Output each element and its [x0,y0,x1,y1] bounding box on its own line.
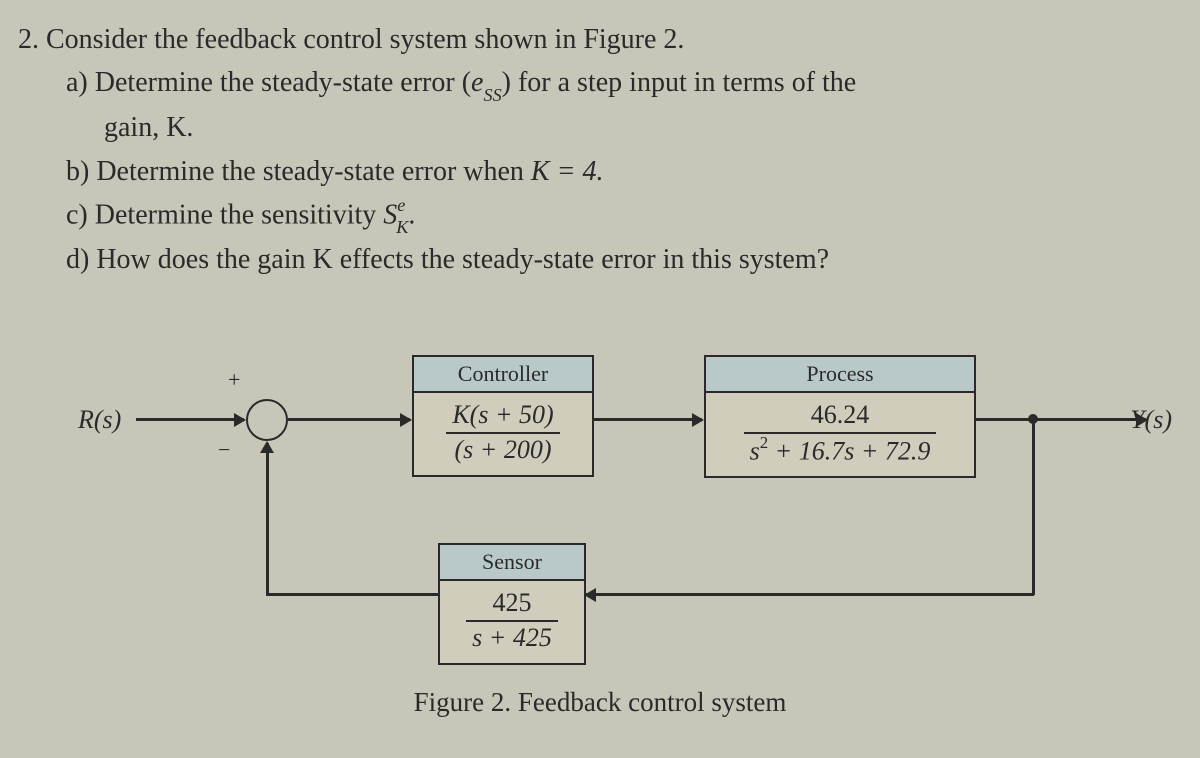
part-c-text: Determine the sensitivity [95,199,384,230]
problem-intro: Consider the feedback control system sho… [46,24,684,55]
controller-body: K(s + 50) (s + 200) [414,393,592,474]
sens-sup: e [397,195,405,215]
part-d-line: d) How does the gain K effects the stead… [18,238,1176,281]
page: 2. Consider the feedback control system … [0,0,1200,758]
sens-sub: K [396,217,408,237]
part-c-line: c) Determine the sensitivity SeK. [18,193,1176,238]
controller-tf: K(s + 50) (s + 200) [446,401,559,464]
wire-feedback-to-sensor [586,593,1034,596]
part-c-period: . [408,199,415,230]
wire-sensor-to-left [266,593,438,596]
sensor-tf: 425 s + 425 [466,589,558,652]
wire-feedback-down [1032,419,1035,595]
process-title: Process [706,357,974,393]
process-body: 46.24 s2 + 16.7s + 72.9 [706,393,974,476]
process-block: Process 46.24 s2 + 16.7s + 72.9 [704,355,976,478]
part-a-gainK: gain, K. [104,112,193,143]
block-diagram: R(s) Y(s) + − Controller K(s + 50) (s + … [18,309,1178,689]
figure-caption: Figure 2. Feedback control system [0,687,1200,718]
problem-number: 2. [18,24,39,55]
part-a-before: Determine the steady-state error ( [95,67,471,98]
sensor-title: Sensor [440,545,584,581]
wire-feedback-up [266,443,269,595]
controller-title: Controller [414,357,592,393]
part-b-kval: K = 4. [531,156,604,187]
minus-sign: − [218,437,230,463]
part-a-after: ) for a step input in terms of the [502,67,857,98]
controller-block: Controller K(s + 50) (s + 200) [412,355,594,476]
wire-controller-to-process [594,418,702,421]
sensor-body: 425 s + 425 [440,581,584,662]
ess-sub: SS [483,85,501,105]
process-den-rest: + 16.7s + 72.9 [768,437,930,466]
plus-sign: + [228,367,240,393]
sensor-den: s + 425 [466,620,558,653]
part-a-label: a) [66,67,88,98]
process-tf: 46.24 s2 + 16.7s + 72.9 [744,401,937,466]
ess-var: e [471,67,483,98]
wire-output [976,418,1146,421]
process-s2-exp: 2 [760,433,768,452]
process-den: s2 + 16.7s + 72.9 [744,432,937,466]
sensor-num: 425 [466,589,558,620]
part-d-label: d) [66,244,89,275]
summing-junction [246,399,288,441]
problem-intro-line: 2. Consider the feedback control system … [18,18,1176,61]
part-c-label: c) [66,199,88,230]
wire-sum-to-controller [288,418,410,421]
sensor-block: Sensor 425 s + 425 [438,543,586,664]
controller-num: K(s + 50) [446,401,559,432]
part-d-text: How does the gain K effects the steady-s… [96,244,829,275]
process-num: 46.24 [744,401,937,432]
part-b-text: Determine the steady-state error when [96,156,531,187]
part-b-label: b) [66,156,89,187]
process-s2-s: s [750,437,760,466]
controller-den: (s + 200) [446,432,559,465]
part-a-line2: gain, K. [18,106,1176,149]
input-label: R(s) [78,405,121,435]
part-b-line: b) Determine the steady-state error when… [18,150,1176,193]
wire-input [136,418,244,421]
part-a-line1: a) Determine the steady-state error (eSS… [18,61,1176,106]
